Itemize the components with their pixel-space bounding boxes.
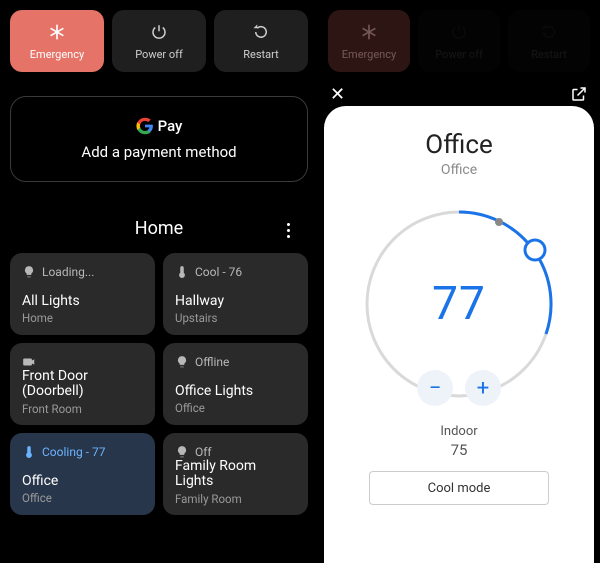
device-name: Hallway xyxy=(175,294,296,309)
emergency-button[interactable]: Emergency xyxy=(10,10,104,72)
emergency-button-ghost: Emergency xyxy=(328,10,410,72)
device-tile[interactable]: Cooling - 77 Office Office xyxy=(10,433,155,515)
power-row: Emergency Power off Restart xyxy=(0,0,318,78)
bulb-icon xyxy=(175,355,189,369)
power-icon xyxy=(449,22,469,42)
device-status: Loading... xyxy=(42,265,94,279)
google-pay-card[interactable]: Pay Add a payment method xyxy=(10,96,308,182)
thermo-icon xyxy=(22,445,36,459)
pay-brand-label: Pay xyxy=(158,117,183,135)
sheet-overlay-bar: ✕ xyxy=(318,82,600,106)
indoor-value: 75 xyxy=(451,441,468,459)
restart-icon xyxy=(251,22,271,42)
thermostat-sheet: Office Office 77 − + Indoor 75 Cool mode xyxy=(324,106,594,563)
device-name: All Lights xyxy=(22,294,143,309)
device-status: Cooling - 77 xyxy=(42,445,105,459)
home-control-screen: Emergency Power off Restart Pay xyxy=(0,0,318,563)
thermo-title: Office xyxy=(425,130,492,160)
google-pay-logo: Pay xyxy=(136,117,183,135)
emergency-label: Emergency xyxy=(30,48,84,61)
restart-button[interactable]: Restart xyxy=(214,10,308,72)
device-tile[interactable]: OffFamily Room Lights Family Room xyxy=(163,433,308,515)
device-subtitle: Office xyxy=(175,401,296,415)
device-name: Front Door (Doorbell) xyxy=(22,369,143,400)
adjust-row: − + xyxy=(349,370,569,406)
open-external-icon[interactable] xyxy=(570,85,588,103)
power-row-ghost: Emergency Power off Restart xyxy=(318,0,600,78)
mode-button[interactable]: Cool mode xyxy=(369,471,549,505)
restart-icon xyxy=(539,22,559,42)
device-subtitle: Upstairs xyxy=(175,311,296,325)
device-subtitle: Home xyxy=(22,311,143,325)
more-menu-button[interactable] xyxy=(278,220,298,240)
asterisk-icon xyxy=(359,22,379,42)
device-status-row xyxy=(22,355,143,369)
device-name: Office Lights xyxy=(175,384,296,399)
thermo-icon xyxy=(175,265,189,279)
restart-button-ghost: Restart xyxy=(508,10,590,72)
decrease-button[interactable]: − xyxy=(417,370,453,406)
device-status-row: Offline xyxy=(175,355,296,369)
power-off-label: Power off xyxy=(135,48,183,61)
power-off-button-ghost: Power off xyxy=(418,10,500,72)
device-tile[interactable]: Loading... All Lights Home xyxy=(10,253,155,335)
device-tile[interactable]: Offline Office Lights Office xyxy=(163,343,308,425)
home-header: Home xyxy=(0,218,318,239)
device-subtitle: Front Room xyxy=(22,402,143,416)
close-icon[interactable]: ✕ xyxy=(330,84,345,105)
google-g-icon xyxy=(136,117,154,135)
camera-icon xyxy=(22,355,36,369)
bulb-icon xyxy=(22,265,36,279)
device-status: Offline xyxy=(195,355,229,369)
device-status-row: Loading... xyxy=(22,265,143,279)
device-name: Family Room Lights xyxy=(175,459,296,490)
mode-label: Cool mode xyxy=(428,481,491,496)
device-tile[interactable]: Front Door (Doorbell) Front Room xyxy=(10,343,155,425)
thermostat-detail-screen: Emergency Power off Restart ✕ Offi xyxy=(318,0,600,563)
restart-label: Restart xyxy=(243,48,278,61)
bulb-icon xyxy=(175,445,189,459)
power-off-button[interactable]: Power off xyxy=(112,10,206,72)
device-tile[interactable]: Cool - 76 Hallway Upstairs xyxy=(163,253,308,335)
device-grid: Loading... All Lights Home Cool - 76 Hallway… xyxy=(0,253,318,515)
home-title: Home xyxy=(135,218,183,239)
device-subtitle: Family Room xyxy=(175,492,296,506)
increase-button[interactable]: + xyxy=(465,370,501,406)
device-status: Cool - 76 xyxy=(195,265,242,279)
power-icon xyxy=(149,22,169,42)
device-status-row: Cool - 76 xyxy=(175,265,296,279)
pay-prompt: Add a payment method xyxy=(81,143,236,161)
device-status-row: Cooling - 77 xyxy=(22,445,143,459)
device-subtitle: Office xyxy=(22,491,143,505)
device-status-row: Off xyxy=(175,445,296,459)
device-name: Office xyxy=(22,474,143,489)
asterisk-icon xyxy=(47,22,67,42)
indoor-label: Indoor xyxy=(440,424,477,439)
device-status: Off xyxy=(195,445,212,459)
thermostat-dial[interactable]: 77 − + xyxy=(349,194,569,414)
thermo-subtitle: Office xyxy=(441,162,477,178)
